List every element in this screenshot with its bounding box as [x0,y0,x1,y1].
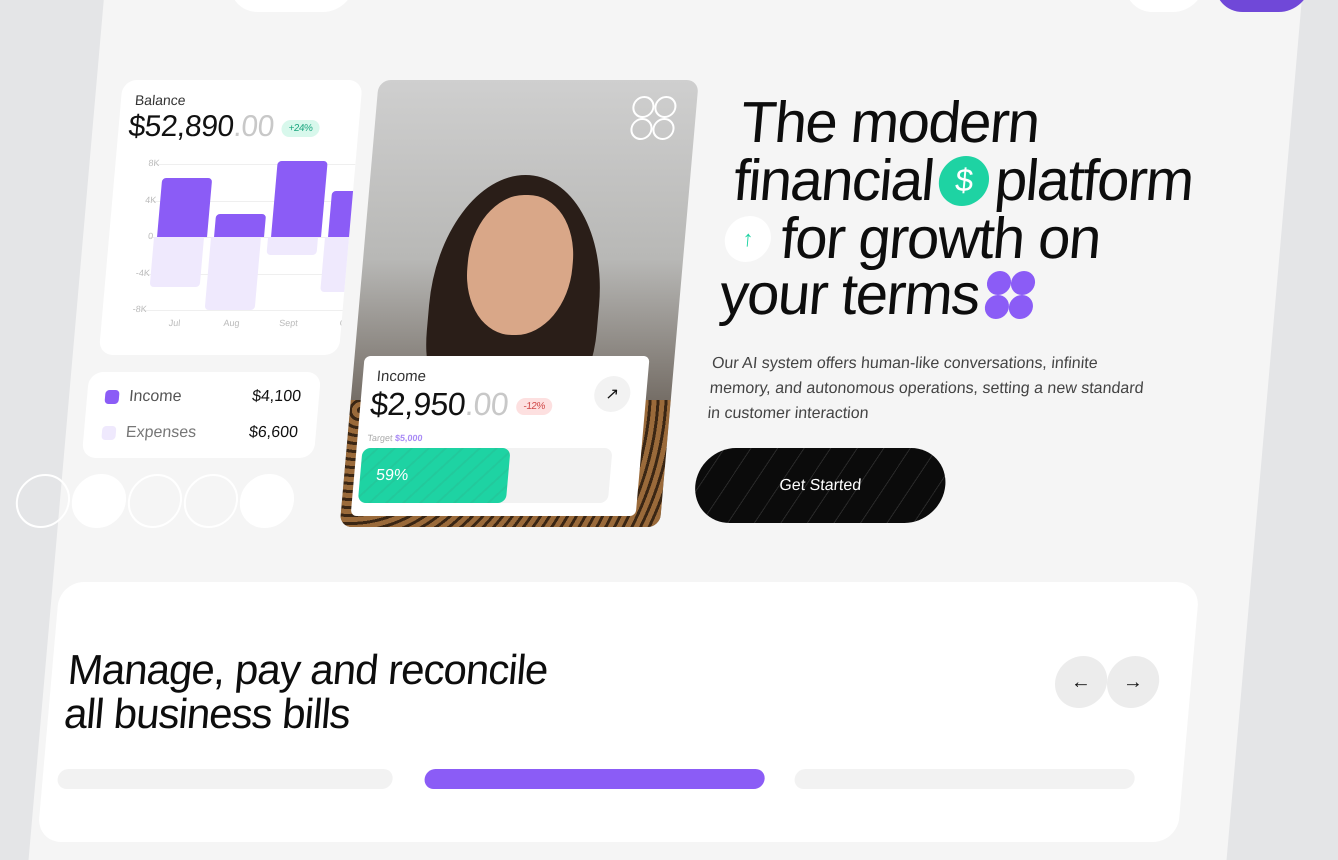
open-income-button[interactable]: ↗ [592,376,632,412]
income-swatch [104,390,120,404]
income-bar [214,214,267,237]
income-progress-fill: 59% [357,448,511,503]
arrow-up-icon: ↑ [722,215,773,262]
income-amount: $2,950.00 -12% [369,386,554,423]
section-title-line2: all business bills [62,690,352,737]
legend-value: $4,100 [251,388,302,405]
y-tick-label: -8K [132,304,148,314]
hero-title-line1: The modern [738,90,1042,155]
income-bar [271,161,328,237]
arrow-up-right-icon: ↗ [604,386,620,403]
clover-outline-icon [630,96,677,140]
bill-card[interactable] [793,769,1136,789]
y-tick-label: 0 [147,231,154,241]
prev-button[interactable]: ← [1052,656,1110,708]
get-started-label: Get Started [778,476,862,494]
income-bar [157,177,213,237]
balance-value: $52,890 [127,110,236,143]
bills-section: Manage, pay and reconcile all business b… [37,582,1200,842]
get-started-button[interactable]: Get Started [692,448,949,523]
x-tick-label: Jul [168,318,181,328]
section-title: Manage, pay and reconcile all business b… [62,646,550,737]
hero-word: for growth on [778,206,1103,271]
y-tick-label: 8K [148,158,160,168]
legend-label: Income [128,388,183,405]
hero-title-line4: your terms [717,262,1038,327]
balance-label: Balance [134,92,187,108]
legend-value: $6,600 [248,424,299,441]
x-tick-label: Aug [223,318,240,328]
arrow-left-icon: ← [1070,670,1093,693]
clover-icon [984,270,1036,319]
target-value: $5,000 [394,433,423,443]
expenses-swatch [101,426,117,440]
income-label: Income [376,368,427,385]
hero-word: your terms [717,262,982,327]
grid-line [142,310,343,311]
bill-card-active[interactable] [423,769,766,789]
x-tick-label: Sept [278,318,299,328]
hero-word: financial [731,148,937,213]
balance-change-badge: +24% [280,119,321,137]
progress-label: 59% [375,466,409,484]
next-button[interactable]: → [1104,656,1162,708]
hero-description: Our AI system offers human-like conversa… [706,355,1145,422]
bill-card[interactable] [56,769,394,789]
legend-item-income: Income $4,100 [104,388,302,406]
y-tick-label: 4K [144,194,157,205]
legend-item-expenses: Expenses $6,600 [101,424,299,442]
balance-amount: $52,890.00 +24% [127,110,321,144]
target-label: Target [367,433,393,443]
y-tick-label: -4K [135,267,151,278]
income-cents: .00 [463,386,510,422]
income-progress-track: 59% [357,448,613,503]
balance-chart: 8K4K0-4K-8KJulAugSeptOk [100,158,356,338]
income-target: Target $5,000 [367,433,423,443]
section-title-line1: Manage, pay and reconcile [66,646,550,693]
balance-cents: .00 [232,110,276,143]
legend-label: Expenses [125,424,197,441]
expense-bar [266,237,319,256]
dollar-icon: $ [937,155,992,206]
hero-word: platform [992,148,1196,213]
arrow-right-icon: → [1122,670,1145,693]
income-value: $2,950 [368,386,467,422]
expense-bar [204,237,262,310]
income-change-badge: -12% [515,398,553,416]
hero-title-line2: financial $ platform [731,148,1196,213]
balance-card: Balance $52,890.00 +24% 8K 4K 0 -4K -8K Jul Au… [98,80,363,355]
legend-card: Income $4,100 Expenses $6,600 [81,372,322,458]
hero-title-line3: ↑ for growth on [722,206,1103,271]
expense-bar [149,237,205,288]
income-card: Income $2,950.00 -12% ↗ Target $5,000 59… [350,356,650,516]
